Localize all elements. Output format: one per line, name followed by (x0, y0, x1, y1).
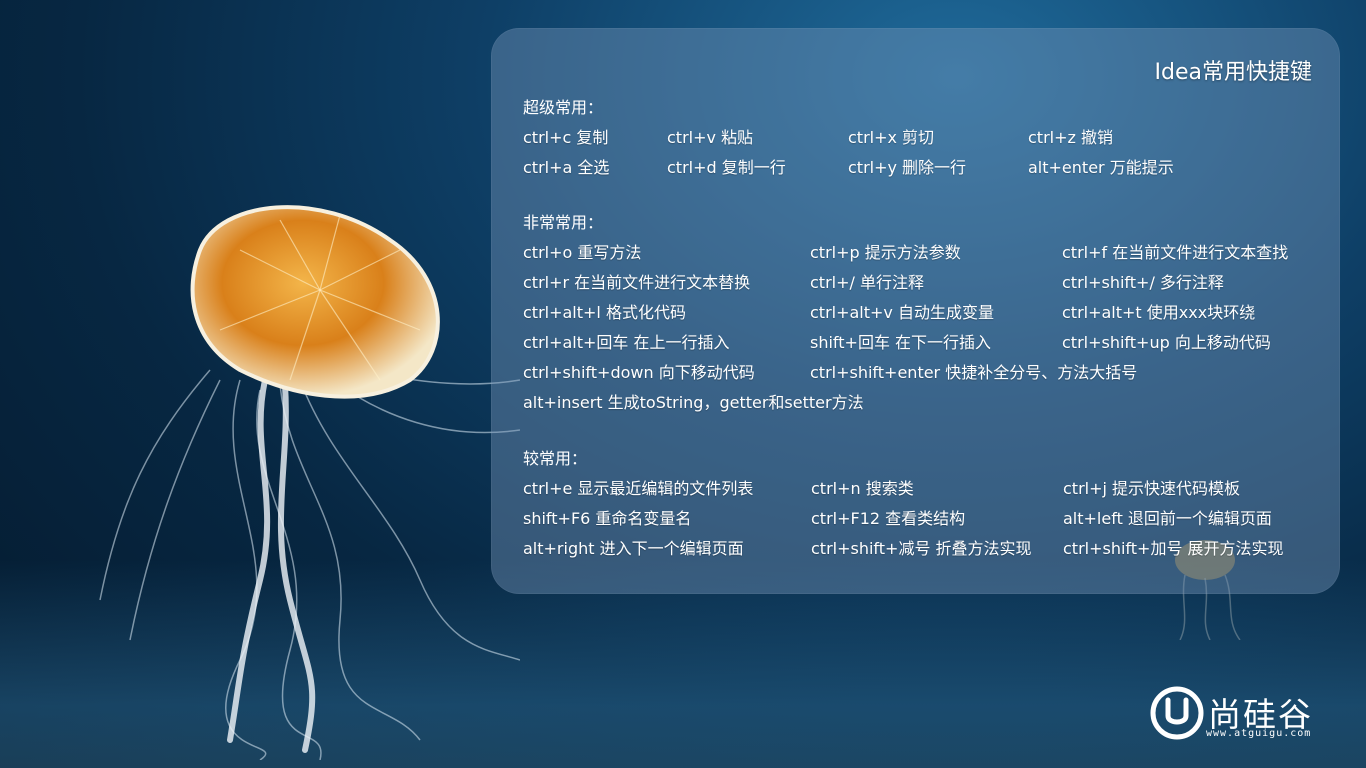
shortcut-item: ctrl+d 复制一行 (667, 158, 786, 177)
jellyfish-illustration (99, 205, 520, 760)
shortcut-item: ctrl+alt+v 自动生成变量 (810, 303, 994, 322)
shortcut-item: ctrl+f 在当前文件进行文本查找 (1062, 243, 1289, 262)
section-header-common: 较常用： (523, 449, 588, 468)
shortcut-item: ctrl+c 复制 (523, 128, 609, 147)
shortcut-item: ctrl+j 提示快速代码模板 (1063, 479, 1241, 498)
shortcut-item: ctrl+shift+加号 展开方法实现 (1063, 539, 1284, 558)
shortcut-item: ctrl+r 在当前文件进行文本替换 (523, 273, 751, 292)
shortcut-item: shift+回车 在下一行插入 (810, 333, 992, 352)
shortcut-item: ctrl+v 粘贴 (667, 128, 754, 147)
shortcut-item: ctrl+e 显示最近编辑的文件列表 (523, 479, 754, 498)
shortcut-item: alt+enter 万能提示 (1028, 158, 1174, 177)
shortcut-item: ctrl+p 提示方法参数 (810, 243, 961, 262)
shortcut-item: ctrl+x 剪切 (848, 128, 935, 147)
shortcut-item: alt+right 进入下一个编辑页面 (523, 539, 744, 558)
shortcut-panel: Idea常用快捷键 超级常用： ctrl+c 复制 ctrl+v 粘贴 ctrl… (491, 28, 1340, 594)
logo-url: www.atguigu.com (1206, 728, 1312, 739)
section-header-super-common: 超级常用： (523, 98, 604, 117)
shortcut-item: ctrl+n 搜索类 (811, 479, 914, 498)
shortcut-item: ctrl+z 撤销 (1028, 128, 1113, 147)
shortcut-item: alt+insert 生成toString，getter和setter方法 (523, 393, 864, 412)
shortcut-item: ctrl+shift+down 向下移动代码 (523, 363, 755, 382)
shortcut-item: ctrl+shift+/ 多行注释 (1062, 273, 1224, 292)
shortcut-item: shift+F6 重命名变量名 (523, 509, 692, 528)
shortcut-item: ctrl+o 重写方法 (523, 243, 642, 262)
shortcut-item: ctrl+shift+减号 折叠方法实现 (811, 539, 1032, 558)
shortcut-item: ctrl+F12 查看类结构 (811, 509, 966, 528)
shortcut-item: ctrl+alt+回车 在上一行插入 (523, 333, 730, 352)
shortcut-item: ctrl+shift+up 向上移动代码 (1062, 333, 1271, 352)
shortcut-item: ctrl+alt+t 使用xxx块环绕 (1062, 303, 1256, 322)
shortcut-item: ctrl+/ 单行注释 (810, 273, 924, 292)
section-header-very-common: 非常常用： (523, 213, 604, 232)
panel-title: Idea常用快捷键 (1154, 60, 1312, 85)
shortcut-item: ctrl+a 全选 (523, 158, 610, 177)
shortcut-item: ctrl+shift+enter 快捷补全分号、方法大括号 (810, 363, 1138, 382)
shortcut-item: ctrl+alt+l 格式化代码 (523, 303, 686, 322)
shortcut-item: alt+left 退回前一个编辑页面 (1063, 509, 1272, 528)
u-logo-icon (1150, 686, 1204, 740)
shortcut-item: ctrl+y 删除一行 (848, 158, 967, 177)
brand-logo: 尚硅谷 www.atguigu.com (1150, 686, 1340, 746)
